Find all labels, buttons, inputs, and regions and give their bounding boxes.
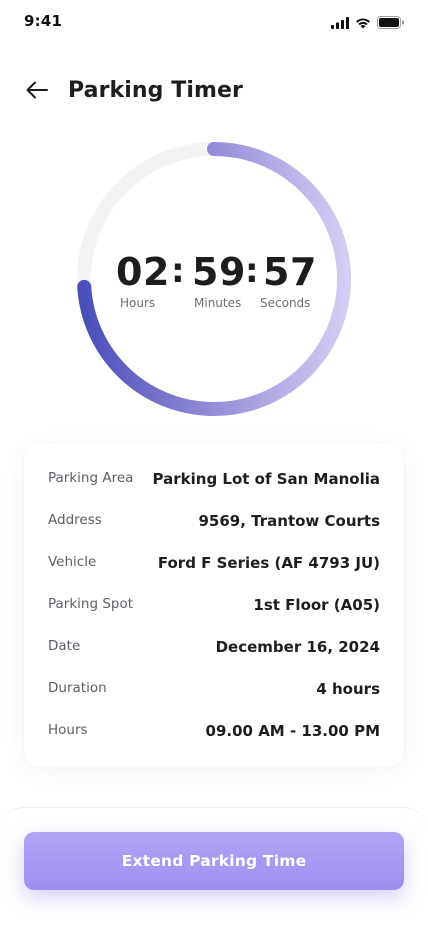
detail-label: Vehicle [48,554,97,570]
detail-label: Duration [48,680,107,696]
timer-separator: : [171,251,185,291]
status-bar: 9:41 [0,0,428,44]
detail-row-hours: Hours 09.00 AM - 13.00 PM [48,722,380,744]
detail-row-address: Address 9569, Trantow Courts [48,512,380,534]
detail-row-duration: Duration 4 hours [48,680,380,702]
detail-value: 4 hours [316,680,380,698]
detail-label: Date [48,638,81,654]
page-title: Parking Timer [68,78,244,103]
detail-row-parking-spot: Parking Spot 1st Floor (A05) [48,596,380,618]
wifi-icon [355,14,371,33]
detail-value: December 16, 2024 [215,638,380,656]
extend-parking-time-label: Extend Parking Time [121,852,307,870]
detail-label: Parking Spot [48,596,134,612]
timer-values: 02 : 59 : 57 [73,250,355,300]
timer-minutes-value: 59 [192,250,246,294]
timer-hours-value: 02 [116,250,170,294]
detail-label: Hours [48,722,88,738]
status-icons [331,14,405,33]
detail-row-parking-area: Parking Area Parking Lot of San Manolia [48,470,380,492]
back-button[interactable] [22,78,52,106]
timer-minutes-label: Minutes [194,296,242,310]
header: Parking Timer [0,70,428,114]
timer-hours-label: Hours [120,296,156,310]
detail-row-vehicle: Vehicle Ford F Series (AF 4793 JU) [48,554,380,576]
detail-value: 1st Floor (A05) [253,596,380,614]
status-time: 9:41 [24,12,63,30]
detail-label: Address [48,512,102,528]
detail-value: 9569, Trantow Courts [198,512,381,530]
parking-details-card: Parking Area Parking Lot of San Manolia … [24,444,404,766]
extend-parking-time-button[interactable]: Extend Parking Time [24,832,404,890]
countdown-timer: 02 : 59 : 57 Hours Minutes Seconds [73,138,355,420]
timer-separator: : [245,251,259,291]
cellular-signal-icon [331,14,349,33]
timer-seconds-label: Seconds [260,296,311,310]
detail-row-date: Date December 16, 2024 [48,638,380,660]
detail-value: Parking Lot of San Manolia [152,470,380,488]
detail-value: 09.00 AM - 13.00 PM [205,722,380,740]
detail-label: Parking Area [48,470,134,486]
arrow-left-icon [25,80,49,104]
battery-icon [377,14,405,33]
detail-value: Ford F Series (AF 4793 JU) [157,554,380,572]
timer-seconds-value: 57 [263,250,317,294]
